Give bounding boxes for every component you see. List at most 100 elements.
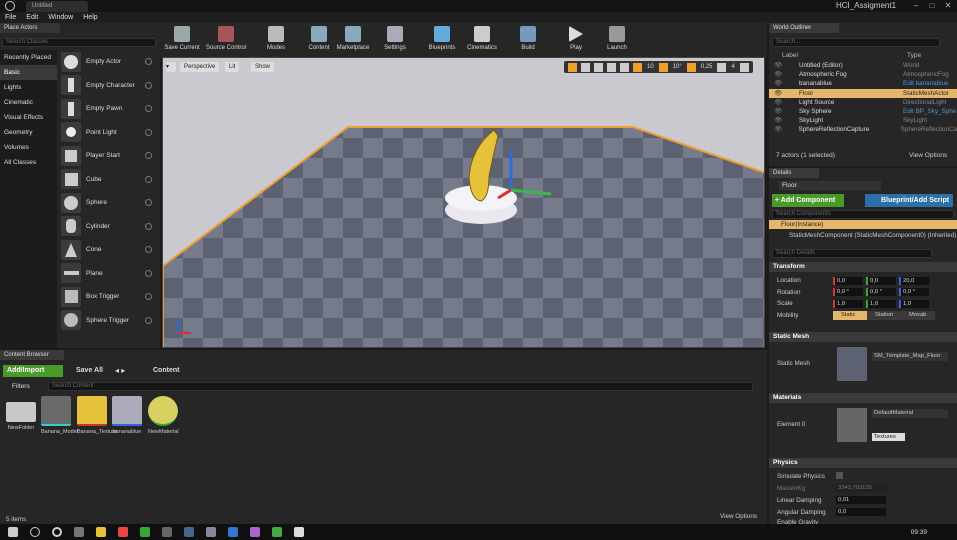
instance-row[interactable]: Floor(Instance) (769, 220, 957, 229)
maximize-icon[interactable]: □ (924, 0, 940, 12)
launch-button[interactable]: Launch (602, 23, 632, 57)
actor-item[interactable]: Sphere (58, 191, 158, 215)
source-control-button[interactable]: Source Control (204, 23, 248, 57)
actor-item[interactable]: Empty Actor (58, 50, 158, 74)
materials-section[interactable]: Materials (769, 393, 957, 403)
rotation-snap-icon[interactable] (658, 62, 668, 72)
rotation-z[interactable]: 0,0 ° (899, 288, 929, 297)
windows-start-icon[interactable] (8, 527, 18, 537)
search-classes-input[interactable]: Search Classes (2, 38, 156, 47)
chrome-icon[interactable] (272, 527, 282, 537)
scale-z[interactable]: 1,0 (899, 299, 929, 308)
place-actors-tab[interactable]: Place Actors (0, 23, 60, 33)
world-outliner-tab[interactable]: World Outliner (769, 23, 839, 33)
actor-item[interactable]: Box Trigger (58, 285, 158, 309)
rotation-x[interactable]: 0,0 ° (833, 288, 863, 297)
transform-section[interactable]: Transform (769, 262, 957, 272)
scale-snap-value[interactable]: 0,25 (701, 64, 713, 70)
show-button[interactable]: Show (251, 62, 275, 72)
static-mesh-thumbnail[interactable] (837, 347, 867, 381)
search-icon[interactable] (30, 527, 40, 537)
blueprint-add-script-button[interactable]: Blueprint/Add Script (865, 194, 953, 207)
static-mesh-dropdown[interactable]: SM_Template_Map_Floor (872, 352, 948, 361)
world-space-icon[interactable] (607, 62, 616, 72)
filters-button[interactable]: Filters (12, 383, 30, 390)
menu-help[interactable]: Help (78, 12, 102, 23)
build-button[interactable]: Build (516, 23, 540, 57)
mass-field[interactable]: 3343,703125 (836, 484, 886, 492)
rotation-snap-value[interactable]: 10° (673, 64, 682, 70)
rotate-tool-icon[interactable] (581, 62, 590, 72)
linear-damping-field[interactable]: 0,01 (836, 496, 886, 504)
category-all-classes[interactable]: All Classes (0, 155, 57, 170)
outliner-view-options[interactable]: View Options (909, 152, 947, 159)
details-tab[interactable]: Details (769, 168, 819, 178)
level-tab[interactable]: Untitled (26, 1, 88, 12)
angular-damping-field[interactable]: 0,0 (836, 508, 886, 516)
physics-section[interactable]: Physics (769, 458, 957, 468)
search-details-input[interactable]: Search Details (772, 249, 932, 258)
outliner-row[interactable]: 👁 bananablue Edit bananablue (769, 79, 957, 88)
task-view-icon[interactable] (74, 527, 84, 537)
content-view-options[interactable]: View Options (720, 513, 757, 520)
textures-dropdown[interactable]: Textures (872, 433, 905, 441)
column-type[interactable]: Type (907, 52, 921, 59)
outliner-row[interactable]: 👁 Light Source DirectionalLight (769, 98, 957, 107)
outliner-row[interactable]: 👁 SkyLight SkyLight (769, 116, 957, 125)
actor-item[interactable]: Plane (58, 262, 158, 286)
asset-bananablue[interactable]: bananablue (112, 396, 142, 435)
blueprints-button[interactable]: Blueprints (424, 23, 460, 57)
menu-edit[interactable]: Edit (21, 12, 43, 23)
column-label[interactable]: Label (782, 52, 798, 59)
add-import-button[interactable]: Add/Import (3, 365, 63, 377)
minimize-icon[interactable]: – (908, 0, 924, 12)
save-all-button[interactable]: Save All (66, 365, 106, 377)
category-recently-placed[interactable]: Recently Placed (0, 50, 57, 65)
mobility-movable[interactable]: Movab (901, 310, 935, 320)
content-button[interactable]: Content (304, 23, 334, 57)
rotation-y[interactable]: 0,0 ° (866, 288, 896, 297)
marketplace-button[interactable]: Marketplace (334, 23, 372, 57)
maximize-viewport-icon[interactable] (739, 62, 749, 72)
outliner-row[interactable]: 👁 Untitled (Editor) World (769, 61, 957, 70)
move-tool-icon[interactable] (568, 62, 577, 72)
asset-new-material[interactable]: NewMaterial (148, 396, 179, 435)
component-row[interactable]: StaticMeshComponent (StaticMeshComponent… (789, 232, 956, 239)
camera-speed-icon[interactable] (717, 62, 727, 72)
perspective-button[interactable]: Perspective (180, 62, 220, 72)
content-browser-tab[interactable]: Content Browser (0, 350, 64, 360)
actor-item[interactable]: Empty Pawn (58, 97, 158, 121)
material-thumbnail[interactable] (837, 408, 867, 442)
mobility-stationary[interactable]: Station (867, 310, 901, 320)
scale-y[interactable]: 1,0 (866, 299, 896, 308)
viewport-menu-button[interactable]: ▾ (166, 62, 176, 72)
outliner-row[interactable]: 👁 Sky Sphere Edit BP_Sky_Sphe (769, 107, 957, 116)
menu-window[interactable]: Window (43, 12, 78, 23)
actor-item[interactable]: Point Light (58, 121, 158, 145)
simulate-physics-checkbox[interactable] (836, 472, 843, 479)
asset-banana-model[interactable]: Banana_Model (41, 396, 78, 435)
file-explorer-icon[interactable] (96, 527, 106, 537)
location-x[interactable]: 0,0 (833, 276, 863, 285)
category-geometry[interactable]: Geometry (0, 125, 57, 140)
actor-item[interactable]: Cone (58, 238, 158, 262)
settings-button[interactable]: Settings (380, 23, 410, 57)
location-z[interactable]: 20,0 (899, 276, 929, 285)
content-path[interactable]: Content (153, 365, 179, 377)
spotify-icon[interactable] (140, 527, 150, 537)
actor-item[interactable]: Empty Character (58, 74, 158, 98)
steam-icon[interactable] (184, 527, 194, 537)
grid-size-value[interactable]: 10 (647, 64, 654, 70)
actor-item[interactable]: Sphere Trigger (58, 309, 158, 333)
app-icon[interactable] (162, 527, 172, 537)
category-cinematic[interactable]: Cinematic (0, 95, 57, 110)
modes-button[interactable]: Modes (260, 23, 292, 57)
actor-name-field[interactable]: Floor (779, 181, 881, 190)
unreal-engine-icon[interactable] (294, 527, 304, 537)
search-components-input[interactable]: Search Components (772, 210, 954, 219)
asset-new-folder[interactable]: NewFolder (6, 396, 36, 431)
category-basic[interactable]: Basic (0, 65, 57, 80)
category-lights[interactable]: Lights (0, 80, 57, 95)
material-dropdown[interactable]: DefaultMaterial (872, 409, 948, 418)
camera-speed-value[interactable]: 4 (731, 64, 734, 70)
